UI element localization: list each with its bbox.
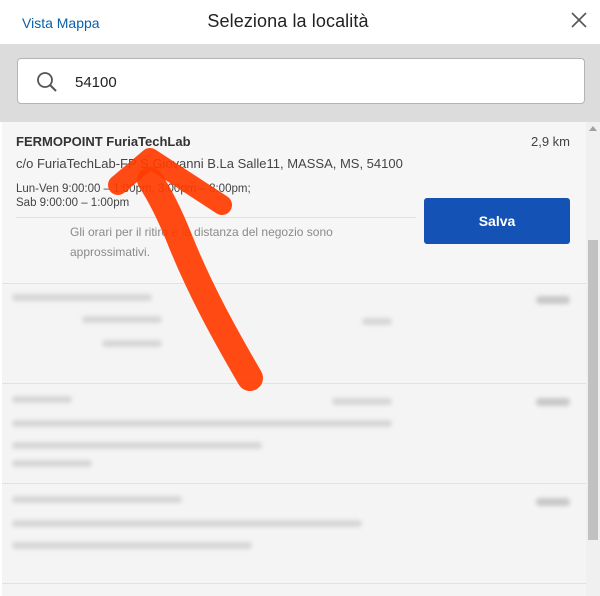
blurred-text <box>536 498 570 506</box>
search-box[interactable] <box>17 58 585 104</box>
search-icon <box>37 72 57 92</box>
scroll-thumb[interactable] <box>588 240 598 540</box>
hours-weekday: Lun-Ven 9:00:00 – 1:00pm, 3:00pm – 8:00p… <box>16 183 251 195</box>
scrollbar[interactable] <box>586 122 600 596</box>
list-item[interactable] <box>2 284 586 384</box>
blurred-text <box>12 294 152 301</box>
blurred-text <box>12 460 92 467</box>
list-item[interactable] <box>2 584 586 596</box>
hours-saturday: Sab 9:00:00 – 1:00pm <box>16 197 130 209</box>
search-input[interactable] <box>73 67 557 97</box>
dialog-header: Vista Mappa Seleziona la località <box>0 0 600 44</box>
dialog-title: Seleziona la località <box>207 11 369 31</box>
save-button[interactable]: Salva <box>424 198 570 244</box>
store-name: FERMOPOINT FuriaTechLab <box>16 134 191 149</box>
blurred-text <box>12 542 252 549</box>
blurred-text <box>536 296 570 304</box>
close-icon <box>571 12 587 28</box>
blurred-text <box>82 316 162 323</box>
blurred-text <box>12 442 262 449</box>
list-item[interactable]: FERMOPOINT FuriaTechLab 2,9 km c/o Furia… <box>2 122 586 284</box>
blurred-text <box>536 398 570 406</box>
divider <box>16 217 416 218</box>
blurred-text <box>12 520 362 527</box>
approximation-note: Gli orari per il ritiro e la distanza de… <box>70 225 333 259</box>
blurred-text <box>12 496 182 503</box>
scroll-up-icon[interactable] <box>589 126 597 131</box>
blurred-text <box>12 396 72 403</box>
store-distance: 2,9 km <box>530 134 570 149</box>
blurred-text <box>362 318 392 325</box>
search-section <box>0 44 600 122</box>
results-list: FERMOPOINT FuriaTechLab 2,9 km c/o Furia… <box>2 122 586 596</box>
close-button[interactable] <box>568 9 590 31</box>
store-address: c/o FuriaTechLab-FP S.Giovanni B.La Sall… <box>16 156 403 171</box>
list-item[interactable] <box>2 484 586 584</box>
blurred-text <box>332 398 392 405</box>
store-hours: Lun-Ven 9:00:00 – 1:00pm, 3:00pm – 8:00p… <box>16 182 251 210</box>
blurred-text <box>102 340 162 347</box>
blurred-text <box>12 420 392 427</box>
list-item[interactable] <box>2 384 586 484</box>
